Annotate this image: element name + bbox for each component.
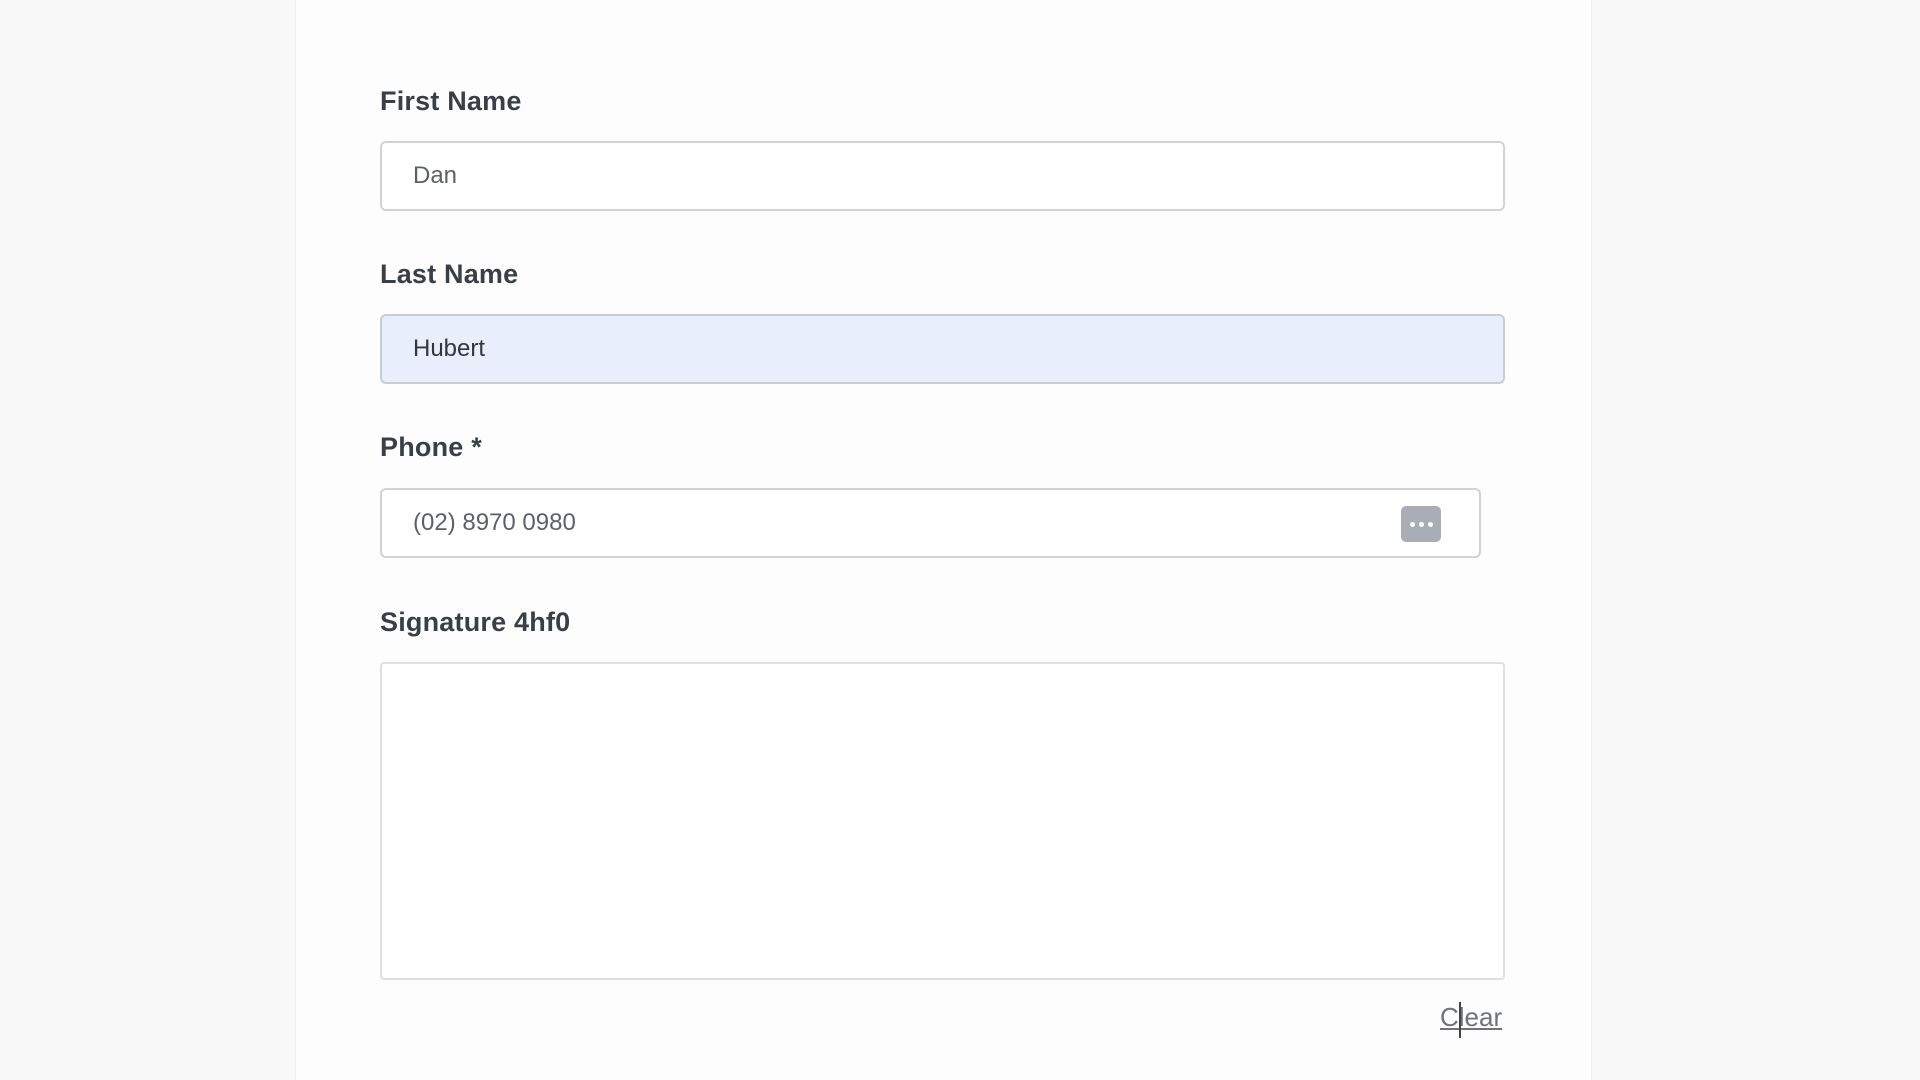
phone-field[interactable]: (02) 8970 0980 bbox=[380, 488, 1481, 558]
last-name-label: Last Name bbox=[380, 259, 519, 289]
phone-label: Phone * bbox=[380, 432, 482, 462]
signature-pad[interactable] bbox=[380, 662, 1505, 980]
phone-value: (02) 8970 0980 bbox=[413, 509, 576, 536]
more-dots-icon[interactable] bbox=[1401, 506, 1441, 542]
text-cursor bbox=[1459, 1002, 1461, 1038]
first-name-label: First Name bbox=[380, 86, 522, 116]
first-name-value: Dan bbox=[413, 162, 458, 189]
page: First Name Dan Last Name Hubert Phone * … bbox=[0, 0, 1920, 1080]
form-card: First Name Dan Last Name Hubert Phone * … bbox=[295, 0, 1592, 1080]
clear-signature-link[interactable]: Clear bbox=[1440, 1002, 1502, 1033]
signature-label: Signature 4hf0 bbox=[380, 607, 571, 637]
last-name-field[interactable]: Hubert bbox=[380, 314, 1505, 384]
first-name-field[interactable]: Dan bbox=[380, 141, 1505, 211]
last-name-value: Hubert bbox=[413, 335, 486, 362]
